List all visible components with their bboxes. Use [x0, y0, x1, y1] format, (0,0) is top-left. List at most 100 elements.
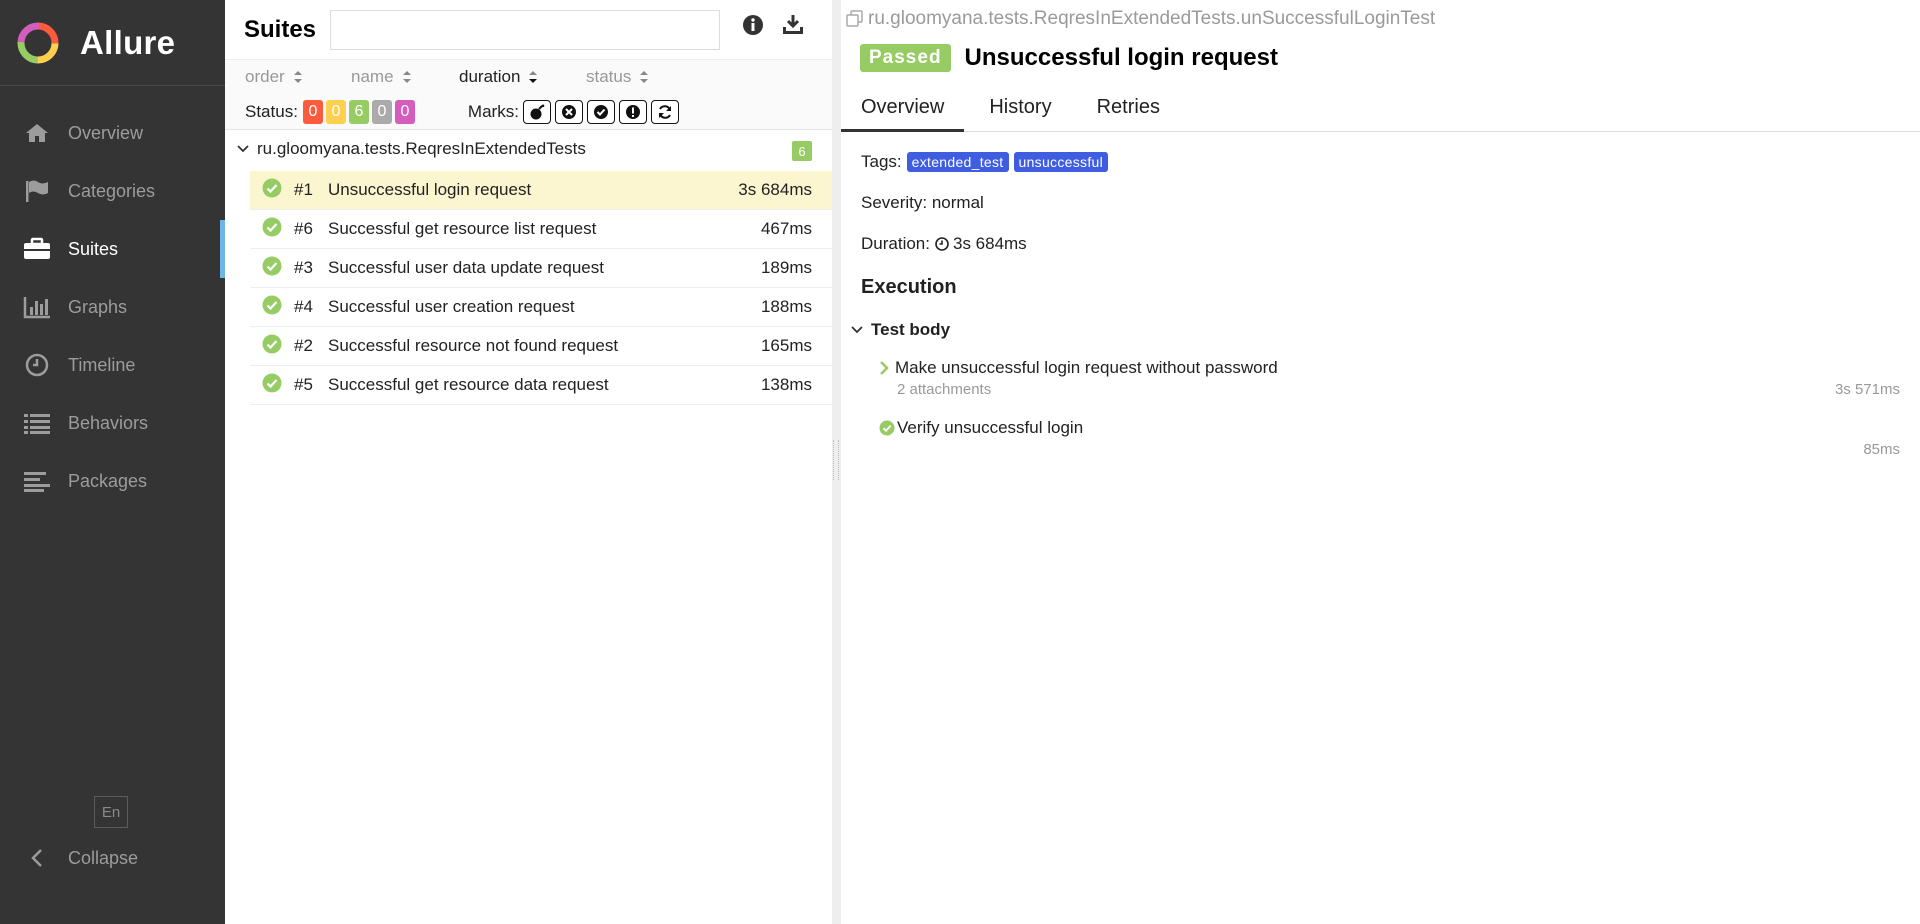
test-name: Unsuccessful login request	[328, 180, 532, 199]
test-row[interactable]: #6 Successful get resource list request …	[250, 210, 832, 249]
new-passed-mark-icon[interactable]	[586, 99, 615, 124]
duration-label: Duration:	[861, 234, 930, 253]
test-row[interactable]: #1 Unsuccessful login request 3s 684ms	[250, 171, 832, 210]
status-badge-broken[interactable]: 0	[325, 99, 346, 124]
test-number: #6	[294, 219, 313, 238]
sidebar-item-graphs[interactable]: Graphs	[0, 278, 225, 336]
splitter-grip[interactable]	[833, 440, 839, 480]
passed-check-icon	[262, 373, 282, 398]
passed-check-icon	[262, 295, 282, 320]
test-body-label: Test body	[871, 320, 951, 339]
new-failed-mark-icon[interactable]	[554, 99, 583, 124]
sidebar-item-timeline[interactable]: Timeline	[0, 336, 225, 394]
clock-icon	[22, 350, 52, 380]
chevron-right-icon	[879, 361, 889, 375]
chevron-down-icon	[851, 326, 863, 334]
bar-chart-icon	[22, 292, 52, 322]
tags-row: Tags: extended_test unsuccessful	[861, 152, 1109, 172]
suites-header: Suites	[225, 0, 832, 60]
sort-duration[interactable]: duration	[459, 67, 538, 87]
duration-value: 3s 684ms	[952, 234, 1027, 253]
test-row[interactable]: #3 Successful user data update request 1…	[250, 249, 832, 288]
step-duration: 3s 571ms	[1834, 381, 1900, 398]
copy-icon[interactable]	[846, 10, 864, 28]
sidebar-item-overview[interactable]: Overview	[0, 104, 225, 162]
collapse-button[interactable]: Collapse	[22, 840, 138, 876]
flaky-mark-icon[interactable]	[522, 99, 551, 124]
download-icon[interactable]	[780, 12, 806, 38]
retries-mark-icon[interactable]	[650, 99, 679, 124]
sort-name-label: name	[351, 67, 394, 86]
language-switch[interactable]: En	[94, 796, 128, 828]
test-number: #1	[294, 180, 313, 199]
list-icon	[22, 408, 52, 438]
sort-order-label: order	[245, 67, 285, 86]
clock-icon	[935, 237, 949, 251]
status-badge-failed[interactable]: 0	[302, 99, 323, 124]
sidebar-item-categories[interactable]: Categories	[0, 162, 225, 220]
sidebar-item-behaviors[interactable]: Behaviors	[0, 394, 225, 452]
step-row[interactable]: Verify unsuccessful login	[879, 418, 1083, 438]
sidebar-item-label: Overview	[68, 122, 144, 143]
sort-status-label: status	[586, 67, 632, 86]
flag-icon	[22, 176, 52, 206]
sidebar-item-label: Categories	[68, 180, 156, 201]
test-number: #4	[294, 297, 313, 316]
tags-label: Tags:	[861, 152, 902, 171]
step-row[interactable]: Make unsuccessful login request without …	[879, 358, 1278, 378]
passed-check-icon	[262, 178, 282, 203]
suite-group[interactable]: ru.gloomyana.tests.ReqresInExtendedTests…	[225, 130, 832, 168]
new-broken-mark-icon[interactable]	[618, 99, 647, 124]
sort-order[interactable]: order	[245, 67, 303, 87]
tab-history[interactable]: History	[964, 88, 1071, 132]
sidebar-item-label: Timeline	[68, 354, 136, 375]
suite-group-name: ru.gloomyana.tests.ReqresInExtendedTests	[257, 139, 586, 158]
test-duration: 188ms	[760, 297, 812, 316]
brand[interactable]: Allure	[0, 0, 225, 86]
sort-status[interactable]: status	[586, 67, 649, 87]
test-row[interactable]: #4 Successful user creation request 188m…	[250, 288, 832, 327]
sort-arrows-icon	[402, 70, 412, 84]
step-attachments: 2 attachments	[897, 381, 992, 398]
suites-pane: Suites order name duration status Status…	[225, 0, 832, 924]
tag: unsuccessful	[1013, 152, 1109, 172]
status-badge-skipped[interactable]: 0	[371, 99, 392, 124]
passed-check-icon	[262, 256, 282, 281]
test-duration: 189ms	[760, 258, 812, 277]
test-body-toggle[interactable]: Test body	[851, 320, 950, 340]
breadcrumb[interactable]: ru.gloomyana.tests.ReqresInExtendedTests…	[846, 8, 1435, 30]
test-duration: 165ms	[760, 336, 812, 355]
passed-check-icon	[262, 334, 282, 359]
test-row[interactable]: #5 Successful get resource data request …	[250, 366, 832, 405]
status-filter-label: Status:	[245, 101, 298, 121]
allure-logo-icon	[17, 22, 59, 63]
execution-title: Execution	[861, 276, 957, 298]
sort-arrows-icon	[293, 70, 303, 84]
severity-text: Severity: normal	[861, 193, 984, 212]
test-name: Successful user creation request	[328, 297, 575, 316]
passed-check-icon	[262, 217, 282, 242]
status-badge-passed[interactable]: 6	[348, 99, 369, 124]
home-icon	[22, 118, 52, 148]
status-badge-unknown[interactable]: 0	[394, 99, 415, 124]
sidebar-item-packages[interactable]: Packages	[0, 452, 225, 510]
search-input[interactable]	[330, 9, 721, 50]
tab-retries[interactable]: Retries	[1072, 88, 1180, 132]
marks-filter-label: Marks:	[467, 101, 519, 121]
test-row[interactable]: #2 Successful resource not found request…	[250, 327, 832, 366]
test-duration: 467ms	[760, 219, 812, 238]
sort-name[interactable]: name	[351, 67, 412, 87]
sort-bar: order name duration status	[225, 60, 832, 94]
sidebar-item-suites[interactable]: Suites	[0, 220, 225, 278]
step-duration: 85ms	[1863, 441, 1900, 458]
align-left-icon	[22, 466, 52, 496]
tab-overview[interactable]: Overview	[841, 88, 965, 132]
info-icon[interactable]	[740, 12, 766, 38]
test-duration: 3s 684ms	[738, 180, 812, 199]
sidebar-nav: Overview Categories Suites Graphs Timeli…	[0, 104, 225, 510]
test-title: Unsuccessful login request	[964, 44, 1278, 71]
step-name: Make unsuccessful login request without …	[895, 358, 1278, 377]
app-name: Allure	[80, 23, 176, 61]
test-name: Successful get resource data request	[328, 375, 609, 394]
test-name: Successful user data update request	[328, 258, 604, 277]
